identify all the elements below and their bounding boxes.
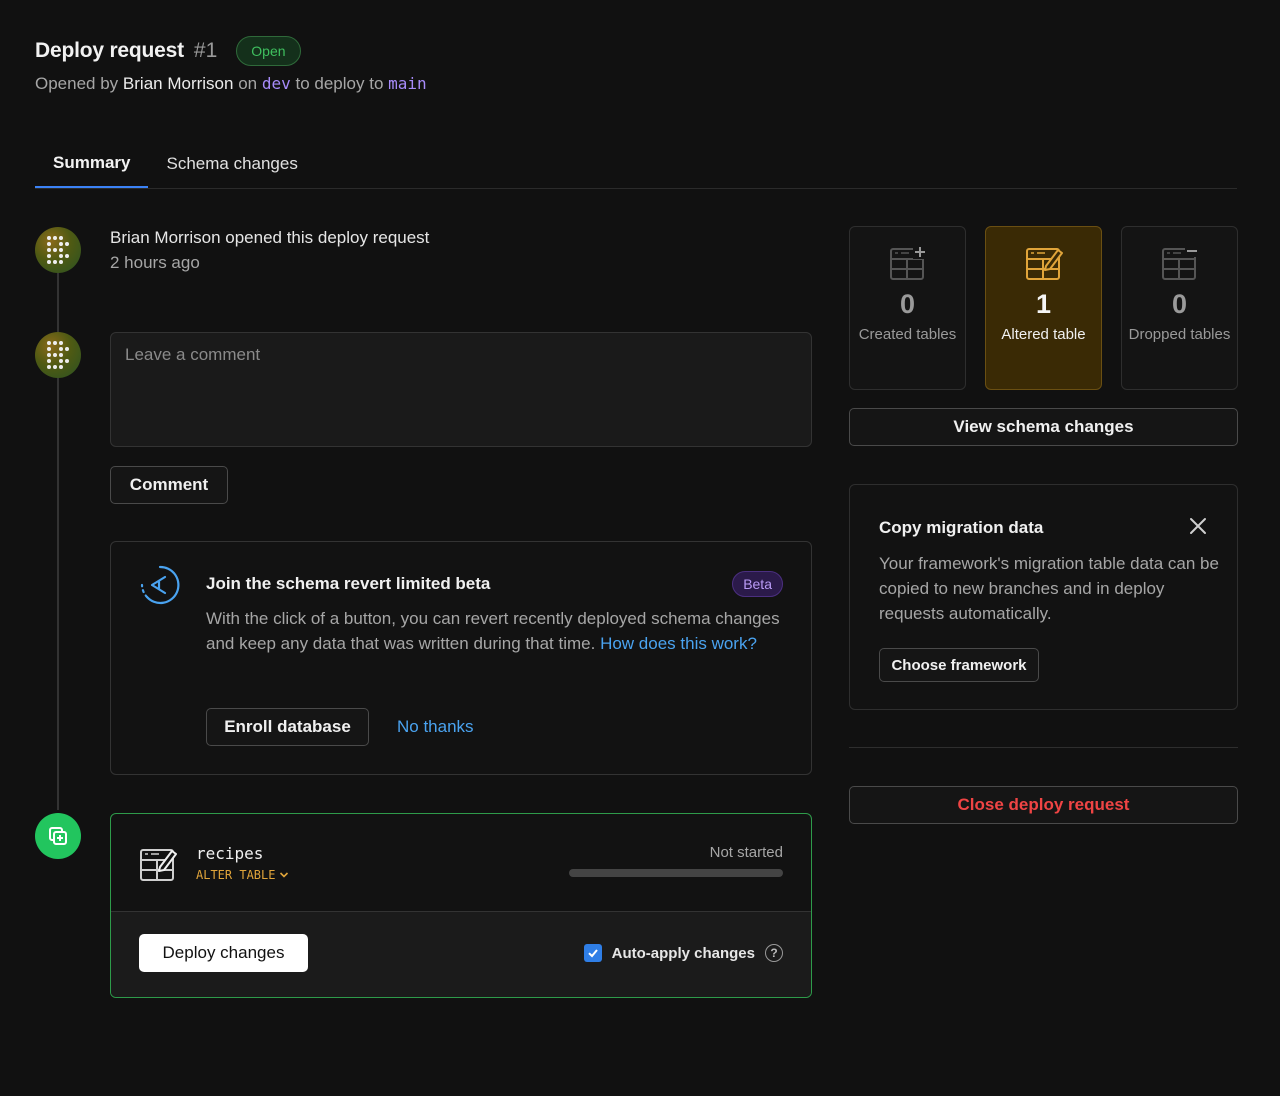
table-edit-icon bbox=[1025, 248, 1063, 280]
deploy-node bbox=[35, 813, 81, 859]
enroll-database-button[interactable]: Enroll database bbox=[206, 708, 369, 746]
help-icon[interactable]: ? bbox=[765, 944, 783, 962]
stat-created-tables: 0 Created tables bbox=[849, 226, 966, 390]
schema-revert-beta-card: Join the schema revert limited beta Beta… bbox=[110, 541, 812, 775]
revert-icon bbox=[139, 564, 181, 611]
how-does-this-work-link[interactable]: How does this work? bbox=[600, 634, 757, 653]
avatar-pattern-icon bbox=[47, 341, 69, 369]
divider bbox=[849, 747, 1238, 748]
event-text: Brian Morrison opened this deploy reques… bbox=[110, 228, 430, 247]
stat-value: 0 bbox=[1171, 289, 1188, 319]
deploy-icon bbox=[49, 827, 67, 845]
operation-toggle[interactable]: ALTER TABLE bbox=[196, 868, 289, 882]
event-time: 2 hours ago bbox=[110, 253, 200, 272]
tab-bar: Summary Schema changes bbox=[35, 140, 1237, 189]
deploy-card: recipes ALTER TABLE Not started Deploy c… bbox=[110, 813, 812, 998]
close-deploy-request-button[interactable]: Close deploy request bbox=[849, 786, 1238, 824]
tab-summary[interactable]: Summary bbox=[35, 140, 149, 188]
auto-apply-option: Auto-apply changes ? bbox=[583, 944, 783, 962]
migration-title: Copy migration data bbox=[879, 518, 1044, 537]
deploy-actions: Deploy changes Auto-apply changes ? bbox=[111, 912, 811, 997]
view-schema-changes-button[interactable]: View schema changes bbox=[849, 408, 1238, 446]
checkmark-icon bbox=[587, 949, 598, 958]
auto-apply-checkbox[interactable] bbox=[583, 944, 602, 962]
auto-apply-label[interactable]: Auto-apply changes bbox=[612, 945, 755, 962]
request-number: #1 bbox=[193, 39, 218, 62]
table-remove-icon bbox=[1161, 245, 1199, 280]
author-name[interactable]: Brian Morrison bbox=[123, 74, 234, 93]
beta-title: Join the schema revert limited beta bbox=[206, 574, 491, 593]
migration-description: Your framework's migration table data ca… bbox=[879, 554, 1219, 623]
stat-value: 1 bbox=[1035, 289, 1052, 319]
stat-label: Altered table bbox=[1001, 326, 1086, 343]
table-add-icon bbox=[889, 245, 927, 280]
operation-label: ALTER TABLE bbox=[196, 868, 276, 882]
table-name: recipes bbox=[196, 844, 264, 863]
avatar bbox=[35, 332, 81, 378]
status-badge: Open bbox=[236, 36, 301, 66]
deploy-changes-button[interactable]: Deploy changes bbox=[139, 934, 308, 972]
page-header: Deploy request #1 Open Opened by Brian M… bbox=[35, 36, 427, 94]
avatar-pattern-icon bbox=[47, 236, 69, 264]
stat-altered-table: 1 Altered table bbox=[985, 226, 1102, 390]
schema-stats: 0 Created tables 1 Altered table 0 Dropp… bbox=[849, 226, 1238, 390]
request-subtitle: Opened by Brian Morrison on dev to deplo… bbox=[35, 74, 427, 93]
comment-button[interactable]: Comment bbox=[110, 466, 228, 504]
deploy-summary: recipes ALTER TABLE Not started bbox=[111, 814, 811, 912]
deploy-status: Not started bbox=[709, 844, 783, 861]
choose-framework-button[interactable]: Choose framework bbox=[879, 648, 1039, 682]
target-branch[interactable]: main bbox=[388, 74, 427, 93]
chevron-down-icon bbox=[280, 872, 289, 878]
deploy-progress-bar bbox=[569, 869, 783, 877]
stat-label: Created tables bbox=[858, 326, 957, 343]
stat-dropped-tables: 0 Dropped tables bbox=[1121, 226, 1238, 390]
source-branch[interactable]: dev bbox=[262, 74, 291, 93]
comment-box bbox=[110, 332, 812, 447]
beta-description: With the click of a button, you can reve… bbox=[206, 609, 780, 653]
page-title: Deploy request bbox=[35, 39, 184, 62]
timeline-event: Brian Morrison opened this deploy reques… bbox=[110, 228, 429, 273]
close-icon[interactable] bbox=[1189, 517, 1207, 540]
beta-badge: Beta bbox=[732, 571, 783, 597]
tab-schema-changes[interactable]: Schema changes bbox=[148, 140, 315, 188]
copy-migration-card: Copy migration data Your framework's mig… bbox=[849, 484, 1238, 710]
avatar bbox=[35, 227, 81, 273]
comment-input[interactable] bbox=[125, 345, 797, 434]
stat-label: Dropped tables bbox=[1128, 326, 1231, 343]
no-thanks-link[interactable]: No thanks bbox=[397, 708, 474, 746]
table-edit-icon bbox=[139, 846, 177, 889]
stat-value: 0 bbox=[899, 289, 916, 319]
